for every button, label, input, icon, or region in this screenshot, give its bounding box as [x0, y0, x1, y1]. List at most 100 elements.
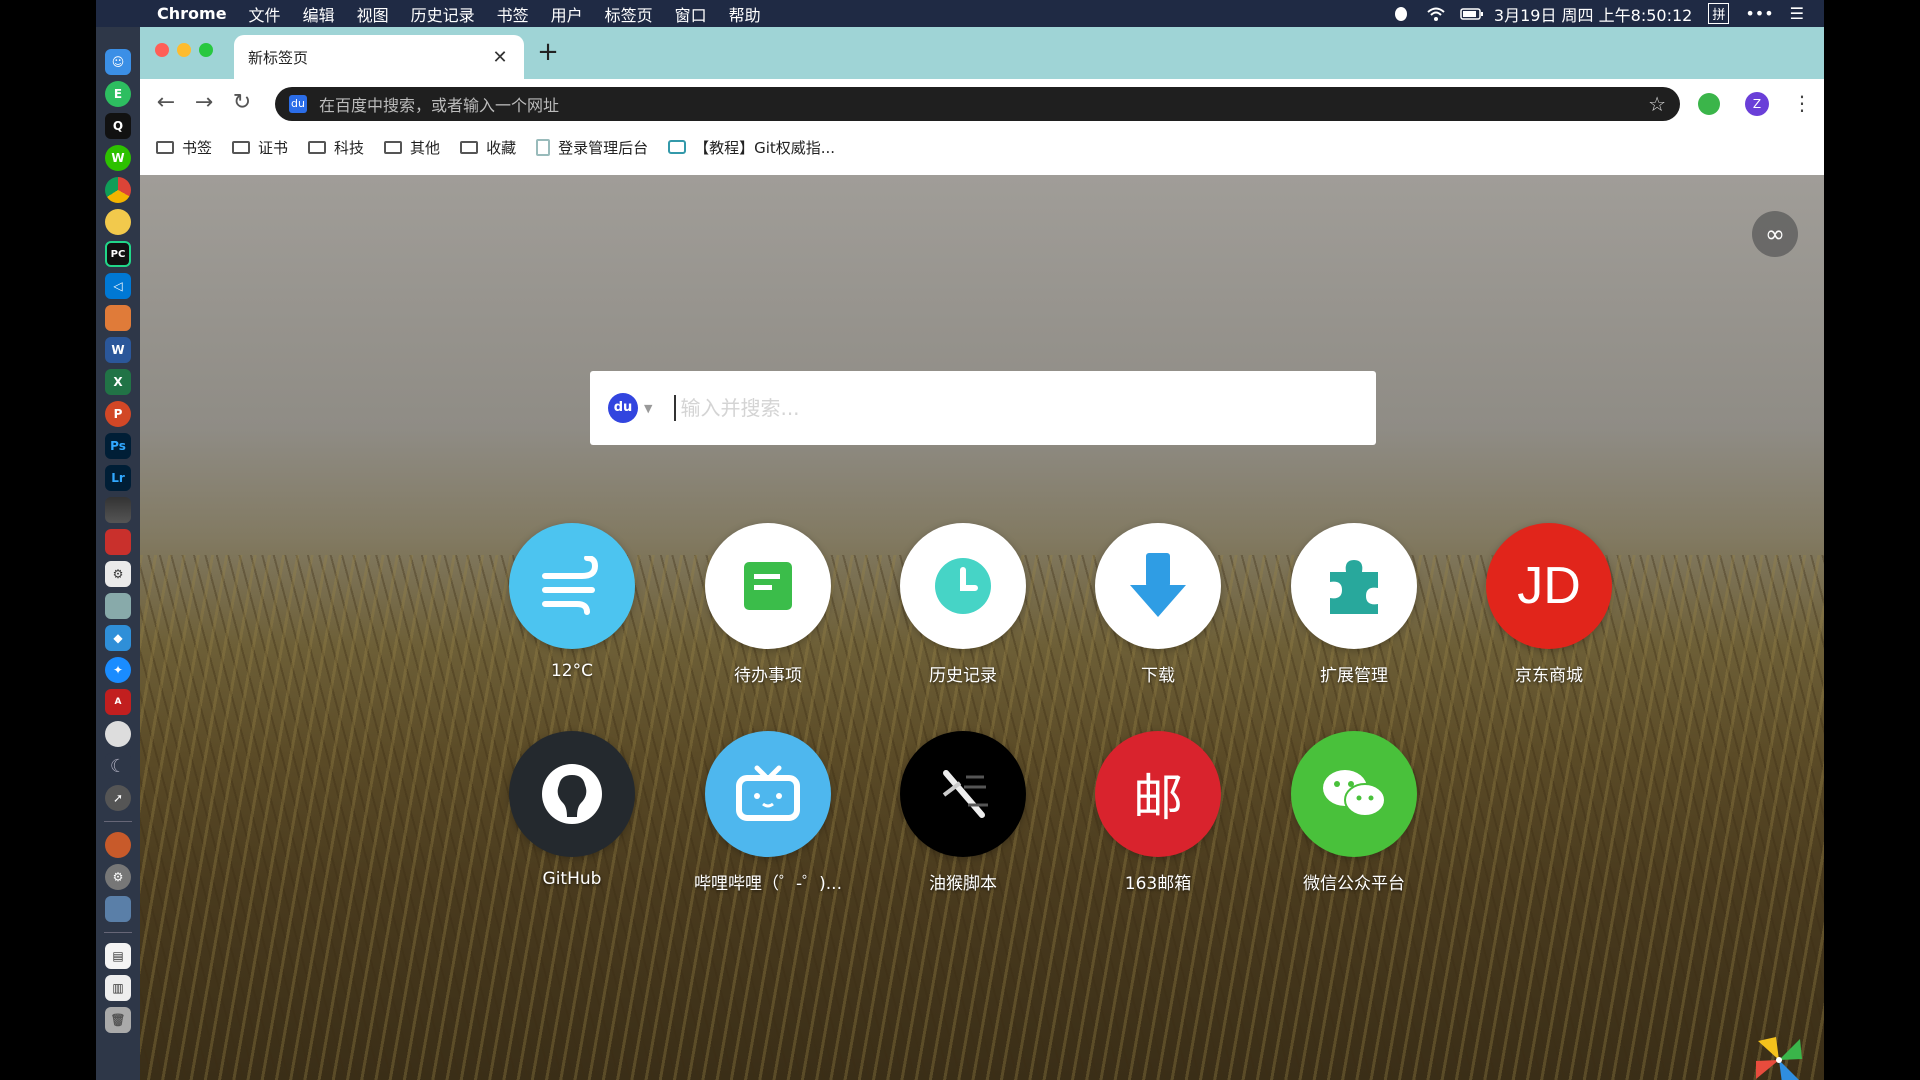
- menu-file[interactable]: 文件: [238, 2, 292, 26]
- word-icon[interactable]: W: [105, 337, 131, 363]
- close-window-button[interactable]: [155, 43, 169, 57]
- folder-icon: [156, 140, 174, 154]
- menu-tabs[interactable]: 标签页: [594, 2, 664, 26]
- profile-avatar[interactable]: Z: [1745, 92, 1769, 116]
- app-icon[interactable]: [105, 832, 131, 858]
- infinity-menu-icon[interactable]: ∞: [1752, 211, 1798, 257]
- chrome-menu-icon[interactable]: ⋮: [1792, 91, 1812, 115]
- app-icon[interactable]: [105, 721, 131, 747]
- excel-icon[interactable]: X: [105, 369, 131, 395]
- menu-view[interactable]: 视图: [346, 2, 400, 26]
- evernote-icon[interactable]: E: [105, 81, 131, 107]
- clock-datetime[interactable]: 3月19日 周四 上午8:50:12: [1494, 2, 1692, 26]
- bookmark-label: 其他: [410, 138, 441, 157]
- tab-title: 新标签页: [248, 48, 309, 67]
- tile-wechat-mp[interactable]: 微信公众平台: [1274, 731, 1434, 894]
- notification-center-icon[interactable]: ☰: [1790, 4, 1804, 23]
- pycharm-icon[interactable]: PC: [105, 241, 131, 267]
- tile-todo[interactable]: 待办事项: [688, 523, 848, 686]
- search-engine-selector[interactable]: du ▼: [608, 393, 652, 423]
- tile-label: 163邮箱: [1124, 874, 1192, 894]
- baidu-icon: du: [608, 393, 638, 423]
- wechat-icon[interactable]: W: [105, 145, 131, 171]
- maximize-window-button[interactable]: [199, 43, 213, 57]
- acrobat-icon[interactable]: A: [105, 689, 131, 715]
- tile-github[interactable]: GitHub: [492, 731, 652, 889]
- idea-icon[interactable]: [105, 209, 131, 235]
- reload-icon[interactable]: ↻: [228, 89, 256, 117]
- bookmark-label: 科技: [334, 138, 365, 157]
- trash-icon[interactable]: 🗑: [105, 1007, 131, 1033]
- tile-jd[interactable]: JD 京东商城: [1469, 523, 1629, 686]
- menu-user[interactable]: 用户: [540, 2, 594, 26]
- baidu-search-icon: du: [289, 95, 307, 113]
- github-icon: [509, 731, 635, 857]
- evernote-extension-icon[interactable]: [1698, 93, 1720, 115]
- minimize-window-button[interactable]: [177, 43, 191, 57]
- photoshop-icon[interactable]: Ps: [105, 433, 131, 459]
- tab-close-icon[interactable]: ✕: [490, 47, 510, 68]
- bookmark-folder-certificates[interactable]: 证书: [232, 137, 288, 158]
- menu-help[interactable]: 帮助: [718, 2, 772, 26]
- app-icon[interactable]: ◆: [105, 625, 131, 651]
- tile-downloads[interactable]: 下载: [1078, 523, 1238, 686]
- menu-history[interactable]: 历史记录: [400, 2, 486, 26]
- bookmark-folder-favorites[interactable]: 收藏: [460, 137, 516, 158]
- bookmark-folder-tech[interactable]: 科技: [308, 137, 364, 158]
- qq-icon[interactable]: Q: [105, 113, 131, 139]
- back-icon[interactable]: ←: [152, 89, 180, 117]
- more-icon[interactable]: •••: [1745, 4, 1773, 23]
- wifi-icon[interactable]: [1426, 5, 1445, 23]
- system-preferences-icon[interactable]: ⚙: [105, 864, 131, 890]
- safari-icon[interactable]: ✦: [105, 657, 131, 683]
- tile-163-mail[interactable]: 邮 163邮箱: [1078, 731, 1238, 894]
- tile-weather[interactable]: 12°C: [492, 523, 652, 681]
- tile-history[interactable]: 历史记录: [883, 523, 1043, 686]
- app-icon[interactable]: [105, 896, 131, 922]
- bookmarks-bar: 书签 证书 科技 其他 收藏 登录管理后台 【教程】Git权威指...: [156, 127, 835, 167]
- preview-icon[interactable]: [105, 593, 131, 619]
- bookmark-git-tutorial[interactable]: 【教程】Git权威指...: [668, 137, 835, 158]
- bookmark-admin-login[interactable]: 登录管理后台: [536, 137, 648, 158]
- bookmark-folder-other[interactable]: 其他: [384, 137, 440, 158]
- tampermonkey-icon: [900, 731, 1026, 857]
- forward-icon[interactable]: →: [190, 89, 218, 117]
- app-icon[interactable]: ⚙: [105, 561, 131, 587]
- finder-icon[interactable]: ☺: [105, 49, 131, 75]
- folder-icon: [232, 140, 251, 154]
- note-icon: [705, 523, 831, 649]
- tile-bilibili[interactable]: 哔哩哔哩（゜-゜)...: [688, 731, 848, 894]
- qq-tray-icon[interactable]: [1392, 5, 1410, 23]
- launchpad-icon[interactable]: ➚: [105, 785, 131, 811]
- tile-label: 下载: [1141, 666, 1175, 686]
- tile-extensions[interactable]: 扩展管理: [1274, 523, 1434, 686]
- battery-icon[interactable]: [1460, 5, 1483, 23]
- menu-app-name[interactable]: Chrome: [146, 4, 238, 23]
- lightroom-icon[interactable]: Lr: [105, 465, 131, 491]
- app-icon[interactable]: [105, 305, 131, 331]
- page-icon: [536, 138, 551, 156]
- tile-label: 12°C: [550, 661, 593, 681]
- tile-tampermonkey[interactable]: 油猴脚本: [883, 731, 1043, 894]
- finalcut-icon[interactable]: [105, 497, 131, 523]
- document-icon[interactable]: ▤: [105, 943, 131, 969]
- menu-edit[interactable]: 编辑: [292, 2, 346, 26]
- parallels-icon[interactable]: [105, 529, 131, 555]
- menu-window[interactable]: 窗口: [664, 2, 718, 26]
- pinwheel-icon[interactable]: [1752, 1033, 1806, 1080]
- new-tab-button[interactable]: +: [533, 37, 563, 67]
- input-method-indicator[interactable]: 拼: [1708, 3, 1730, 24]
- bookmark-star-icon[interactable]: ☆: [1648, 92, 1666, 116]
- bookmark-label: 收藏: [486, 138, 517, 157]
- powerpoint-icon[interactable]: P: [105, 401, 131, 427]
- tab-new-tab[interactable]: 新标签页 ✕: [234, 35, 524, 79]
- omnibox[interactable]: du 在百度中搜索，或者输入一个网址 ☆: [275, 87, 1680, 121]
- vscode-icon[interactable]: ◁: [105, 273, 131, 299]
- app-icon[interactable]: ▥: [105, 975, 131, 1001]
- moon-icon[interactable]: ☾: [105, 753, 131, 779]
- chrome-icon[interactable]: [105, 177, 131, 203]
- menu-bookmarks[interactable]: 书签: [486, 2, 540, 26]
- dock: ☺ E Q W PC ◁ W X P Ps Lr ⚙ ◆ ✦ A ☾ ➚ ⚙ ▤…: [96, 27, 140, 1080]
- bookmark-folder-bookmarks[interactable]: 书签: [156, 137, 212, 158]
- search-input[interactable]: [674, 395, 1358, 421]
